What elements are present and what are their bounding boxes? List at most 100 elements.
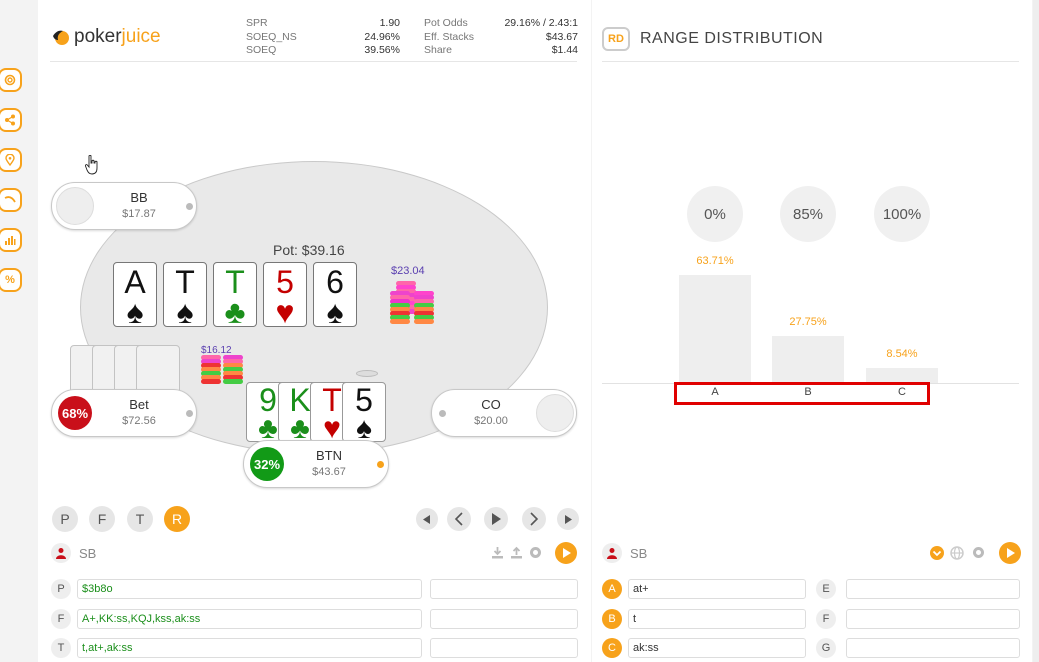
range-input[interactable] [846, 638, 1020, 658]
avatar [536, 394, 574, 432]
seat-co[interactable]: CO $20.00 [431, 389, 577, 437]
lifebuoy-icon[interactable] [0, 68, 22, 92]
range-input-secondary[interactable] [430, 579, 578, 599]
scrollbar[interactable] [1033, 0, 1039, 662]
stat-row-spr: SPR 1.90 [246, 17, 400, 31]
hole-card[interactable]: 5 ♠ [342, 382, 386, 442]
range-distribution-panel: RD RANGE DISTRIBUTION 0% 63.71% A 85% 27.75%… [592, 0, 1032, 662]
logo-text-poker: poker [74, 26, 122, 47]
range-input[interactable] [846, 609, 1020, 629]
club-icon: ♣ [224, 294, 246, 330]
street-button-preflop[interactable]: P [52, 506, 78, 532]
panel-title: RANGE DISTRIBUTION [640, 30, 824, 47]
equity-bucket-header: 85% [780, 186, 836, 242]
board-card[interactable]: A ♠ [113, 262, 157, 330]
run-button[interactable] [999, 542, 1021, 564]
chart-bar[interactable] [772, 335, 844, 383]
board-card[interactable]: 5 ♥ [263, 262, 307, 330]
range-key: A [602, 579, 622, 599]
range-input-secondary[interactable] [430, 609, 578, 629]
seat-btn[interactable]: 32% BTN $43.67 [243, 440, 389, 488]
heart-icon: ♥ [275, 294, 295, 330]
pot-size: Pot: $39.16 [273, 242, 345, 258]
stats-block-right: Pot Odds 29.16% / 2.43:1 Eff. Stacks $43.6… [424, 17, 578, 58]
percent-icon[interactable]: % [0, 268, 22, 292]
header-divider [50, 61, 577, 62]
player-name: SB [79, 545, 97, 561]
range-input[interactable]: t [628, 609, 806, 629]
seat-sb[interactable]: 68% Bet $72.56 [51, 389, 197, 437]
play-icon [492, 513, 501, 525]
street-button-flop[interactable]: F [89, 506, 115, 532]
first-step-button[interactable] [416, 508, 438, 530]
range-row-turn: T t,at+,ak:ss [51, 638, 578, 660]
stat-label: Eff. Stacks [424, 30, 474, 43]
stats-block-left: SPR 1.90 SOEQ_NS 24.96% SOEQ 39.56% [246, 17, 400, 58]
range-key: F [816, 609, 836, 629]
board-card[interactable]: T ♣ [213, 262, 257, 330]
bar-chart-icon[interactable] [0, 228, 22, 252]
play-button[interactable] [484, 507, 508, 531]
range-input[interactable]: ak:ss [628, 638, 806, 658]
rd-badge: RD [602, 27, 630, 51]
next-step-button[interactable] [522, 507, 546, 531]
chevron-right-icon [530, 512, 539, 526]
upload-icon[interactable] [509, 546, 523, 560]
spade-icon: ♠ [356, 412, 372, 442]
chip-icon [356, 370, 378, 377]
seat-stack: $17.87 [122, 208, 156, 220]
stat-value: 39.56% [364, 44, 400, 56]
dealer-button-dot [377, 461, 384, 468]
street-button-river[interactable]: R [164, 506, 190, 532]
range-key: T [51, 638, 71, 658]
chevron-down-icon[interactable] [930, 546, 944, 560]
seat-bb[interactable]: BB $17.87 [51, 182, 197, 230]
equity-bucket-header: 100% [874, 186, 930, 242]
range-row-flop: F A+,KK:ss,KQJ,kss,ak:ss [51, 609, 578, 631]
spade-icon: ♠ [126, 294, 144, 330]
range-input[interactable] [846, 579, 1020, 599]
range-key: E [816, 579, 836, 599]
range-input[interactable]: at+ [628, 579, 806, 599]
play-icon [1006, 548, 1015, 558]
stat-row-soeq: SOEQ 39.56% [246, 44, 400, 58]
chart-bar[interactable] [866, 368, 938, 383]
chevron-left-icon [454, 512, 463, 526]
download-icon[interactable] [490, 546, 504, 560]
range-key: C [602, 638, 622, 658]
seat-name: Bet [129, 397, 149, 412]
range-input[interactable]: t,at+,ak:ss [77, 638, 422, 658]
location-icon[interactable] [0, 148, 22, 172]
stat-row-eff-stacks: Eff. Stacks $43.67 [424, 31, 578, 45]
stat-row-soeq-ns: SOEQ_NS 24.96% [246, 31, 400, 45]
prev-step-button[interactable] [447, 507, 471, 531]
triangle-right-icon [565, 514, 572, 524]
chart-bar[interactable] [679, 274, 751, 383]
stat-label: Pot Odds [424, 17, 468, 29]
gear-icon[interactable] [971, 546, 985, 560]
range-row-preflop: P $3b8o [51, 579, 578, 601]
stat-label: SOEQ_NS [246, 30, 297, 43]
range-key: P [51, 579, 71, 599]
player-selector[interactable]: SB [51, 540, 96, 566]
share-icon[interactable] [0, 108, 22, 132]
board-card[interactable]: 6 ♠ [313, 262, 357, 328]
street-button-turn[interactable]: T [127, 506, 153, 532]
globe-icon[interactable] [950, 546, 964, 560]
player-selector[interactable]: SB [602, 540, 647, 566]
range-input[interactable]: $3b8o [77, 579, 422, 599]
juice-drop-icon [53, 30, 69, 45]
gear-icon[interactable] [528, 546, 542, 560]
curve-icon[interactable] [0, 188, 22, 212]
stat-value: 1.90 [379, 17, 400, 29]
seat-stack: $72.56 [122, 415, 156, 427]
last-step-button[interactable] [557, 508, 579, 530]
board-card[interactable]: T ♠ [163, 262, 207, 328]
range-input[interactable]: A+,KK:ss,KQJ,kss,ak:ss [77, 609, 422, 629]
category-highlight-box [674, 382, 930, 405]
bar-value-label: 63.71% [696, 254, 734, 267]
range-input-secondary[interactable] [430, 638, 578, 658]
play-icon [562, 548, 571, 558]
seat-indicator-dot [186, 203, 193, 210]
run-button[interactable] [555, 542, 577, 564]
